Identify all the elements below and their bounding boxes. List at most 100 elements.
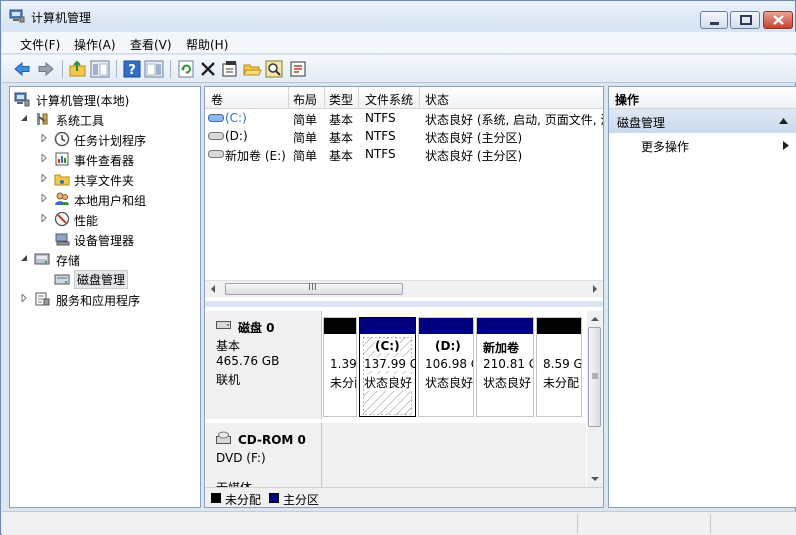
cdrom-empty-area [322,423,586,487]
storage-icon [34,253,50,265]
menu-help[interactable]: 帮助(H) [186,36,228,53]
partition-c[interactable]: (C:) 137.99 GB NTFS 状态良好 [359,317,416,417]
collapsed-arrow-icon [41,174,47,182]
volume-list-header: 卷 布局 类型 文件系统 状态 [205,87,603,109]
maximize-button[interactable] [730,11,760,29]
minimize-button[interactable] [700,11,728,29]
collapse-up-icon [779,118,788,124]
disk-settings-button[interactable] [288,59,308,79]
collapsed-arrow-icon [41,154,47,162]
refresh-icon [178,60,194,78]
graphical-disk-view: 磁盘 0 基本 465.76 GB 联机 1.39 未分配 (C:) 137.9… [205,307,603,487]
back-button[interactable] [12,59,32,79]
menu-file[interactable]: 文件(F) [20,36,60,53]
svg-text:?: ? [128,63,136,78]
collapsed-arrow-icon [41,214,47,222]
drive-icon [208,132,224,140]
vscroll-thumb[interactable] [588,327,601,427]
show-hide-tree-icon [90,60,110,78]
collapsed-arrow-icon [21,294,27,302]
scroll-right-icon[interactable] [591,285,599,293]
drive-icon [208,150,224,158]
column-layout[interactable]: 布局 [293,91,317,108]
disk-management-pane: 卷 布局 类型 文件系统 状态 (C:) 简单 基本 NTFS 状态良好 (系统… [204,86,604,508]
navigation-tree: 计算机管理(本地) 系统工具 任务计划程序 事件查看器 共享文件夹 本地用户和组 [9,86,201,508]
partition-legend: 未分配 主分区 [205,487,603,507]
search-icon [265,60,283,78]
services-icon [35,292,50,306]
window-title: 计算机管理 [31,11,92,25]
status-bar [2,511,796,535]
submenu-arrow-icon [783,141,789,150]
search-button[interactable] [264,59,284,79]
column-status[interactable]: 状态 [425,91,449,108]
open-folder-icon [243,64,262,76]
actions-pane: 操作 磁盘管理 更多操作 [608,86,796,508]
system-tools-icon [37,113,48,125]
up-folder-button[interactable] [68,59,88,79]
primary-swatch [269,493,279,503]
close-button[interactable] [763,11,793,29]
column-volume[interactable]: 卷 [211,91,223,108]
disk-management-icon [54,274,70,285]
partition-d[interactable]: (D:) 106.98 GB NTFS 状态良好 [418,317,474,417]
computer-management-window: 计算机管理 文件(F) 操作(A) 查看(V) 帮助(H) ? 计算机管理(本地… [0,0,796,535]
column-filesystem[interactable]: 文件系统 [365,91,413,108]
collapsed-arrow-icon [41,194,47,202]
partition-unallocated-2[interactable]: 8.59 GB 未分配 [536,317,582,417]
up-folder-icon [69,60,86,77]
actions-header: 操作 [609,87,796,109]
expanded-arrow-icon [21,255,27,261]
expanded-arrow-icon [21,115,27,121]
cdrom-icon [216,431,231,444]
partition-e[interactable]: 新加卷 210.81 GB NTFS 状态良好 [476,317,534,417]
delete-icon [201,62,215,76]
computer-management-icon [14,92,30,107]
properties-button[interactable] [220,59,240,79]
unallocated-swatch [211,493,221,503]
back-icon [14,61,30,77]
scroll-down-icon[interactable] [591,475,599,483]
drive-icon [208,114,224,122]
more-actions-item[interactable]: 更多操作 [609,135,796,155]
refresh-button[interactable] [176,59,196,79]
close-icon [773,15,784,25]
volume-row[interactable]: (D:) 简单 基本 NTFS 状态良好 (主分区) [205,127,603,145]
maximize-icon [740,15,752,25]
event-viewer-icon [55,152,69,166]
computer-management-icon [9,9,25,23]
hard-disk-icon [216,321,231,329]
partition-unallocated-1[interactable]: 1.39 未分配 [323,317,357,417]
device-manager-icon [55,233,70,246]
menu-view[interactable]: 查看(V) [130,36,172,53]
hscroll-thumb[interactable]: III [225,282,403,295]
minimize-icon [710,22,719,25]
show-hide-action-pane-button[interactable] [144,59,164,79]
help-button[interactable]: ? [122,59,142,79]
shared-folder-icon [54,174,70,186]
delete-button[interactable] [198,59,218,79]
show-hide-tree-button[interactable] [90,59,110,79]
volume-row[interactable]: 新加卷 (E:) 简单 基本 NTFS 状态良好 (主分区) [205,145,603,163]
open-folder-button[interactable] [242,59,262,79]
forward-icon [38,61,54,77]
forward-button[interactable] [36,59,56,79]
volume-list-hscrollbar[interactable]: III [205,280,603,297]
properties-icon [222,61,237,77]
show-hide-action-pane-icon [144,60,164,78]
disk-settings-icon [290,61,306,77]
scroll-up-icon[interactable] [591,315,599,323]
scroll-left-icon[interactable] [209,285,217,293]
cdrom0-label[interactable]: CD-ROM 0 DVD (F:) 无媒体 [206,423,322,487]
performance-icon [54,211,70,227]
collapsed-arrow-icon [41,134,47,142]
users-icon [55,192,69,205]
column-type[interactable]: 类型 [329,91,353,108]
disk-view-vscrollbar[interactable] [587,311,603,487]
title-bar: 计算机管理 [1,1,795,31]
menu-bar: 文件(F) 操作(A) 查看(V) 帮助(H) [2,32,796,54]
menu-action[interactable]: 操作(A) [74,36,116,53]
actions-section-disk-management[interactable]: 磁盘管理 [609,109,796,133]
volume-row[interactable]: (C:) 简单 基本 NTFS 状态良好 (系统, 启动, 页面文件, 活动, … [205,109,603,127]
disk0-label[interactable]: 磁盘 0 基本 465.76 GB 联机 [206,311,322,419]
